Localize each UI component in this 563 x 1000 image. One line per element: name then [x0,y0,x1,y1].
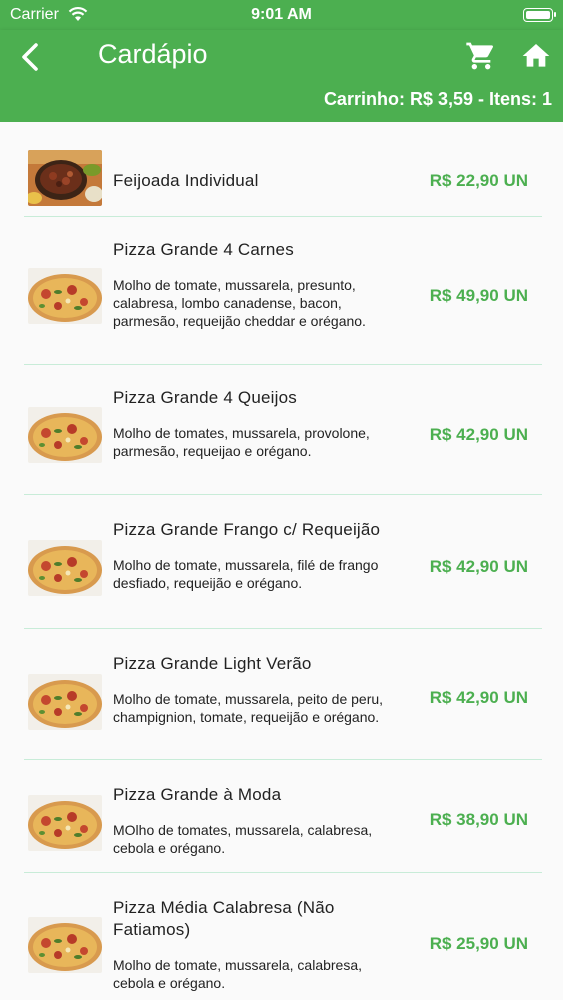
item-description: Molho de tomate, mussarela, presunto, ca… [113,277,366,329]
item-price: R$ 38,90 UN [429,810,528,829]
item-name: Pizza Grande à Moda [113,785,282,804]
item-price: R$ 42,90 UN [429,425,528,444]
item-description: Molho de tomate, mussarela, peito de per… [113,691,384,725]
menu-item[interactable]: Feijoada Individual R$ 22,90 UN [24,148,542,217]
back-arrow-icon[interactable] [14,40,48,74]
item-description: Molho de tomates, mussarela, provolone, … [113,425,370,459]
menu-list[interactable]: Feijoada Individual R$ 22,90 UN Pizza Gr… [0,122,563,1000]
item-name: Pizza Grande 4 Carnes [113,240,294,259]
pizza-image [28,795,102,851]
pizza-image [28,268,102,324]
battery-icon [523,8,556,22]
pizza-image [28,407,102,463]
pizza-image [28,917,102,973]
menu-item[interactable]: Pizza Grande Light Verão Molho de tomate… [24,629,542,760]
item-price: R$ 25,90 UN [429,934,528,953]
clock: 9:01 AM [251,6,312,23]
status-bar: Carrier 9:01 AM [0,0,563,30]
item-name: Pizza Grande Light Verão [113,654,312,673]
item-description: Molho de tomate, mussarela, calabresa, c… [113,957,363,991]
item-price: R$ 42,90 UN [429,688,528,707]
item-price: R$ 22,90 UN [429,171,528,190]
item-price: R$ 49,90 UN [429,286,528,305]
menu-item[interactable]: Pizza Grande 4 Carnes Molho de tomate, m… [24,217,542,365]
pizza-image [28,674,102,730]
page-title: Cardápio [98,39,208,69]
menu-item[interactable]: Pizza Grande à Moda MOlho de tomates, mu… [24,760,542,873]
cart-summary[interactable]: Carrinho: R$ 3,59 - Itens: 1 [324,89,552,110]
item-name: Pizza Grande 4 Queijos [113,388,297,407]
home-icon[interactable] [519,40,553,72]
item-description: MOlho de tomates, mussarela, calabresa, … [113,822,373,856]
shopping-cart-icon[interactable] [464,40,498,72]
app-bar: Cardápio Carrinho: R$ 3,59 - Itens: 1 [0,30,563,122]
item-name: Feijoada Individual [113,171,259,190]
feijoada-image [28,150,102,206]
item-name: Pizza Grande Frango c/ Requeijão [113,520,381,539]
menu-item[interactable]: Pizza Média Calabresa (Não Fatiamos) Mol… [24,873,542,1000]
item-price: R$ 42,90 UN [429,557,528,576]
item-description: Molho de tomate, mussarela, filé de fran… [113,557,379,591]
pizza-image [28,540,102,596]
item-name: Pizza Média Calabresa (Não Fatiamos) [113,898,335,939]
menu-item[interactable]: Pizza Grande Frango c/ Requeijão Molho d… [24,495,542,629]
menu-item[interactable]: Pizza Grande 4 Queijos Molho de tomates,… [24,365,542,495]
